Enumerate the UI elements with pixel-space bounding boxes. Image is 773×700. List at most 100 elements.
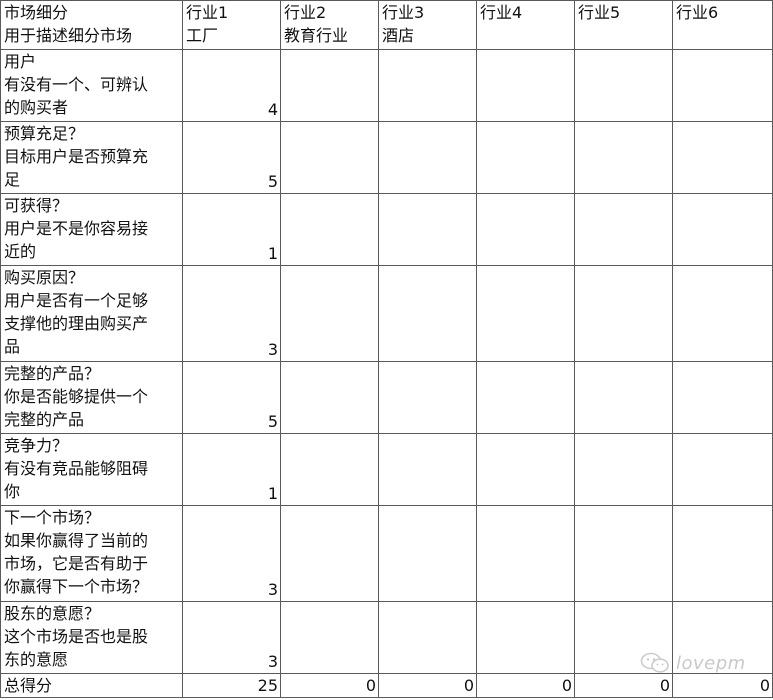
total-label[interactable]: 总得分: [0, 673, 183, 698]
criterion-title: 购买原因？: [4, 268, 85, 287]
score-cell[interactable]: 1: [182, 193, 281, 266]
criterion-cell[interactable]: 股东的意愿？ 这个市场是否也是股 东的意愿: [0, 601, 183, 674]
empty-cell[interactable]: [378, 265, 477, 362]
empty-cell[interactable]: [378, 361, 477, 434]
total-score-cell[interactable]: 0: [672, 673, 773, 698]
criterion-title: 竞争力？: [4, 436, 69, 455]
total-score-cell[interactable]: 25: [182, 673, 281, 698]
score-cell[interactable]: 3: [182, 601, 281, 674]
criterion-cell[interactable]: 完整的产品？ 你是否能够提供一个 完整的产品: [0, 361, 183, 434]
empty-cell[interactable]: [672, 265, 773, 362]
empty-cell[interactable]: [476, 121, 575, 194]
empty-cell[interactable]: [378, 121, 477, 194]
empty-cell[interactable]: [672, 361, 773, 434]
empty-cell[interactable]: [574, 433, 673, 506]
industry-name: 行业4: [480, 3, 523, 22]
criterion-desc: 东的意愿: [4, 650, 69, 669]
industry-sub: 工厂: [186, 26, 219, 45]
empty-cell[interactable]: [280, 193, 379, 266]
score-cell[interactable]: 5: [182, 361, 281, 434]
empty-cell[interactable]: [280, 505, 379, 602]
header-industry-1[interactable]: 行业1 工厂: [182, 0, 281, 50]
empty-cell[interactable]: [672, 601, 773, 674]
criterion-desc: 用户是否有一个足够: [4, 291, 149, 310]
total-score-cell[interactable]: 0: [574, 673, 673, 698]
empty-cell[interactable]: [378, 193, 477, 266]
industry-sub: 酒店: [382, 26, 415, 45]
empty-cell[interactable]: [672, 193, 773, 266]
empty-cell[interactable]: [672, 49, 773, 122]
criterion-desc: 你是否能够提供一个: [4, 387, 149, 406]
empty-cell[interactable]: [476, 601, 575, 674]
criterion-desc: 足: [4, 170, 21, 189]
header-industry-6[interactable]: 行业6: [672, 0, 773, 50]
criterion-cell[interactable]: 可获得？ 用户是不是你容易接 近的: [0, 193, 183, 266]
criterion-cell[interactable]: 购买原因？ 用户是否有一个足够 支撑他的理由购买产 品: [0, 265, 183, 362]
empty-cell[interactable]: [280, 601, 379, 674]
empty-cell[interactable]: [476, 433, 575, 506]
criterion-title: 股东的意愿？: [4, 604, 101, 623]
industry-name: 行业1: [186, 3, 229, 22]
industry-name: 行业6: [676, 3, 719, 22]
empty-cell[interactable]: [672, 121, 773, 194]
score-cell[interactable]: 3: [182, 265, 281, 362]
table-row: 可获得？ 用户是不是你容易接 近的 1: [0, 193, 773, 266]
empty-cell[interactable]: [280, 49, 379, 122]
industry-name: 行业2: [284, 3, 327, 22]
total-score-cell[interactable]: 0: [476, 673, 575, 698]
empty-cell[interactable]: [574, 121, 673, 194]
industry-name: 行业3: [382, 3, 425, 22]
criterion-title: 下一个市场？: [4, 508, 101, 527]
criterion-cell[interactable]: 竞争力？ 有没有竞品能够阻碍 你: [0, 433, 183, 506]
empty-cell[interactable]: [280, 265, 379, 362]
criterion-desc: 的购买者: [4, 98, 69, 117]
criterion-desc: 目标用户是否预算充: [4, 147, 149, 166]
empty-cell[interactable]: [574, 49, 673, 122]
empty-cell[interactable]: [476, 361, 575, 434]
empty-cell[interactable]: [672, 433, 773, 506]
criterion-desc: 有没有竞品能够阻碍: [4, 459, 149, 478]
empty-cell[interactable]: [378, 505, 477, 602]
industry-name: 行业5: [578, 3, 621, 22]
table-row: 购买原因？ 用户是否有一个足够 支撑他的理由购买产 品 3: [0, 265, 773, 362]
header-corner-cell[interactable]: 市场细分 用于描述细分市场: [0, 0, 183, 50]
criterion-cell[interactable]: 下一个市场？ 如果你赢得了当前的 市场，它是否有助于 你赢得下一个市场？: [0, 505, 183, 602]
header-industry-2[interactable]: 行业2 教育行业: [280, 0, 379, 50]
header-industry-3[interactable]: 行业3 酒店: [378, 0, 477, 50]
empty-cell[interactable]: [574, 265, 673, 362]
empty-cell[interactable]: [672, 505, 773, 602]
score-cell[interactable]: 1: [182, 433, 281, 506]
empty-cell[interactable]: [574, 193, 673, 266]
criterion-desc: 近的: [4, 242, 37, 261]
empty-cell[interactable]: [378, 601, 477, 674]
criterion-cell[interactable]: 用户 有没有一个、可辨认 的购买者: [0, 49, 183, 122]
empty-cell[interactable]: [476, 193, 575, 266]
empty-cell[interactable]: [280, 361, 379, 434]
criterion-desc: 完整的产品: [4, 410, 85, 429]
header-industry-5[interactable]: 行业5: [574, 0, 673, 50]
criterion-desc: 你: [4, 482, 21, 501]
empty-cell[interactable]: [280, 121, 379, 194]
total-score-cell[interactable]: 0: [378, 673, 477, 698]
score-cell[interactable]: 4: [182, 49, 281, 122]
empty-cell[interactable]: [574, 601, 673, 674]
empty-cell[interactable]: [574, 505, 673, 602]
criterion-desc: 品: [4, 337, 21, 356]
total-score-cell[interactable]: 0: [280, 673, 379, 698]
criterion-title: 完整的产品？: [4, 364, 101, 383]
criterion-desc: 用户是不是你容易接: [4, 219, 149, 238]
header-industry-4[interactable]: 行业4: [476, 0, 575, 50]
empty-cell[interactable]: [574, 361, 673, 434]
empty-cell[interactable]: [378, 49, 477, 122]
criterion-desc: 这个市场是否也是股: [4, 627, 149, 646]
total-row: 总得分 25 0 0 0 0 0: [0, 673, 773, 698]
empty-cell[interactable]: [476, 265, 575, 362]
criterion-cell[interactable]: 预算充足？ 目标用户是否预算充 足: [0, 121, 183, 194]
empty-cell[interactable]: [378, 433, 477, 506]
empty-cell[interactable]: [280, 433, 379, 506]
score-cell[interactable]: 5: [182, 121, 281, 194]
empty-cell[interactable]: [476, 505, 575, 602]
criterion-title: 用户: [4, 52, 37, 71]
empty-cell[interactable]: [476, 49, 575, 122]
score-cell[interactable]: 3: [182, 505, 281, 602]
